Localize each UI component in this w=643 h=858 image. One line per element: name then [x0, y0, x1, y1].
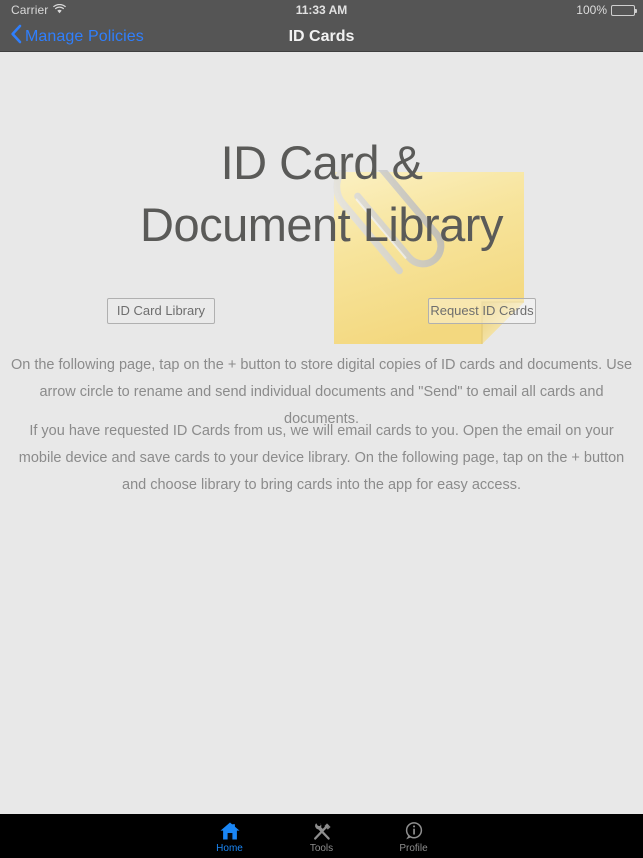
navigation-bar: Manage Policies ID Cards	[0, 21, 643, 52]
home-icon	[219, 820, 241, 842]
tab-tools-label: Tools	[309, 843, 334, 854]
status-bar-right: 100%	[576, 0, 637, 21]
instructions-paragraph-2: If you have requested ID Cards from us, …	[18, 423, 625, 493]
tab-tools[interactable]: Tools	[276, 814, 368, 858]
tab-bar-spacer-left	[1, 814, 184, 858]
status-bar: Carrier 11:33 AM 100%	[0, 0, 643, 21]
battery-full-icon	[611, 5, 637, 16]
tab-bar-spacer-right	[460, 814, 643, 858]
app-root: Carrier 11:33 AM 100% Manage Policies ID…	[0, 0, 643, 858]
status-bar-clock: 11:33 AM	[295, 3, 348, 17]
tab-home-label: Home	[216, 843, 243, 854]
hero-title: ID Card & Document Library	[140, 136, 503, 251]
tab-home[interactable]: Home	[184, 814, 276, 858]
main-content: ID Card & Document Library ID Card Libra…	[0, 52, 643, 810]
page-title: ID Cards	[288, 28, 355, 45]
tab-profile[interactable]: Profile	[368, 814, 460, 858]
battery-cap	[635, 9, 637, 13]
request-id-cards-button[interactable]: Request ID Cards	[428, 298, 536, 324]
id-card-library-button[interactable]: ID Card Library	[107, 298, 215, 324]
tools-icon	[311, 820, 333, 842]
tab-bar: Home Tools Profile	[0, 814, 643, 858]
tab-profile-label: Profile	[399, 843, 428, 854]
info-bubble-icon	[403, 820, 425, 842]
battery-percent-label: 100%	[576, 3, 607, 17]
